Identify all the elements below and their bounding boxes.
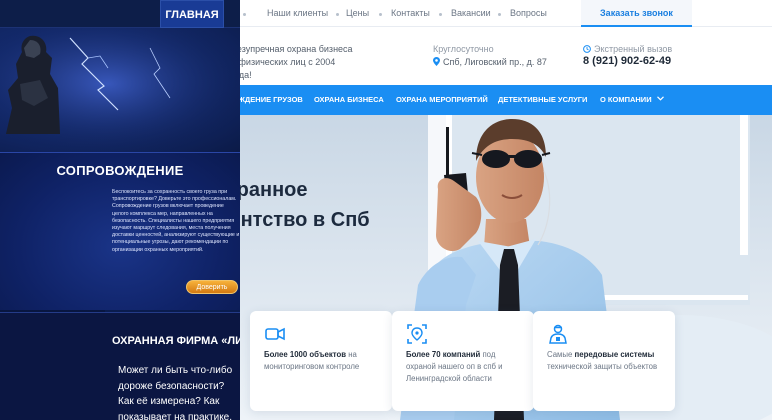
nav-event-security[interactable]: Охрана мероприятий bbox=[396, 85, 488, 115]
nav-contacts-link[interactable]: Контакты bbox=[391, 0, 430, 27]
order-call-button[interactable]: Заказать звонок bbox=[581, 0, 692, 27]
old-about-text: Может ли быть что-либо дороже безопаснос… bbox=[118, 365, 233, 420]
hero-title-line-2: агентство в Спб bbox=[240, 209, 370, 231]
feature-highlight: Более 1000 объектов bbox=[264, 350, 347, 359]
new-site-layer: Наши клиенты Цены Контакты Вакансии Вопр… bbox=[240, 0, 772, 420]
nav-clients-link[interactable]: Наши клиенты bbox=[267, 0, 328, 27]
tagline-line-2: и физических лиц с 2004 года! bbox=[240, 57, 336, 80]
site-header: Безупречная охрана бизнеса и физических … bbox=[240, 27, 772, 85]
old-escort-panel: СОПРОВОЖДЕНИЕ Беспокоитесь за сохранност… bbox=[0, 152, 240, 310]
feature-card: Более 1000 объектов на мониторинговом ко… bbox=[250, 311, 392, 411]
feature-text: Более 70 компаний под охраной нашего оп … bbox=[406, 349, 526, 385]
nav-faq-link[interactable]: Вопросы bbox=[510, 0, 547, 27]
old-panel-text: Беспокоитесь за сохранность своего груза… bbox=[112, 189, 240, 253]
chevron-down-icon bbox=[656, 96, 664, 101]
clock-icon bbox=[583, 45, 591, 53]
feature-prefix: Самые bbox=[547, 350, 575, 359]
security-guard-icon bbox=[549, 324, 567, 344]
nav-about-company[interactable]: О компании bbox=[600, 85, 664, 115]
old-about-title: ОХРАННАЯ ФИРМА «ЛИДЕР» bbox=[112, 335, 240, 347]
video-camera-icon bbox=[265, 327, 285, 341]
location-target-icon bbox=[407, 324, 427, 344]
emergency-label: Экстренный вызов bbox=[583, 44, 672, 54]
old-entrust-button[interactable]: Доверить bbox=[186, 280, 238, 294]
main-navigation: Сопровождение грузов Охрана бизнеса Охра… bbox=[240, 85, 772, 115]
old-top-bar: ГЛАВНАЯ bbox=[0, 0, 240, 28]
feature-card: Более 70 компаний под охраной нашего оп … bbox=[392, 311, 534, 411]
feature-highlight: Более 70 компаний bbox=[406, 350, 481, 359]
address-text: Спб, Лиговский пр., д. 87 bbox=[443, 57, 547, 67]
old-panel-title: СОПРОВОЖДЕНИЕ bbox=[56, 163, 184, 178]
old-hero-banner bbox=[0, 28, 240, 152]
nav-separator bbox=[379, 13, 382, 16]
nav-separator bbox=[498, 13, 501, 16]
nav-business-security[interactable]: Охрана бизнеса bbox=[314, 85, 384, 115]
feature-text: Более 1000 объектов на мониторинговом ко… bbox=[264, 349, 384, 373]
feature-cards: Более 1000 объектов на мониторинговом ко… bbox=[240, 311, 772, 420]
feature-text: Самые передовые системы технической защи… bbox=[547, 349, 667, 373]
nav-prices-link[interactable]: Цены bbox=[346, 0, 369, 27]
nav-separator bbox=[336, 13, 339, 16]
nav-separator bbox=[243, 13, 246, 16]
nav-separator bbox=[439, 13, 442, 16]
nav-vacancies-link[interactable]: Вакансии bbox=[451, 0, 491, 27]
feature-description: технической защиты объектов bbox=[547, 362, 658, 371]
working-hours: Круглосуточно bbox=[433, 44, 494, 54]
old-home-tab[interactable]: ГЛАВНАЯ bbox=[160, 0, 224, 28]
nav-detective-services[interactable]: Детективные услуги bbox=[498, 85, 587, 115]
nav-about-label: О компании bbox=[600, 95, 652, 104]
feature-card: Самые передовые системы технической защи… bbox=[533, 311, 675, 411]
hero-title-line-1: Охранное bbox=[240, 179, 308, 201]
top-navigation: Наши клиенты Цены Контакты Вакансии Вопр… bbox=[240, 0, 772, 27]
site-tagline: Безупречная охрана бизнеса и физических … bbox=[240, 43, 356, 82]
tagline-line-1: Безупречная охрана бизнеса bbox=[240, 44, 353, 54]
nav-cargo-escort[interactable]: Сопровождение грузов bbox=[240, 85, 303, 115]
emergency-label-text: Экстренный вызов bbox=[594, 44, 673, 54]
hero-title: Охранное агентство в Спб bbox=[240, 175, 410, 235]
office-address[interactable]: Спб, Лиговский пр., д. 87 bbox=[433, 57, 547, 67]
feature-highlight: передовые системы bbox=[574, 350, 655, 359]
map-pin-icon bbox=[433, 57, 440, 66]
old-about-section: ОХРАННАЯ ФИРМА «ЛИДЕР» Может ли быть что… bbox=[0, 312, 240, 420]
phone-number[interactable]: 8 (921) 902-62-49 bbox=[583, 55, 671, 67]
statue-silhouette-graphic bbox=[6, 35, 60, 134]
